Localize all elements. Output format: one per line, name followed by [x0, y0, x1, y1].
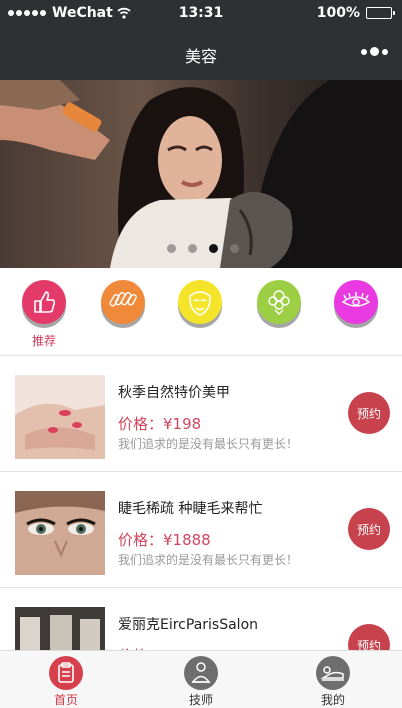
category-hair[interactable]	[256, 280, 302, 324]
more-dots-icon[interactable]	[361, 47, 388, 56]
service-desc: 我们追求的是没有最长只有更长！	[118, 437, 299, 451]
category-bar: 推荐	[0, 268, 402, 356]
thumbs-up-icon	[22, 280, 66, 324]
carousel-dot[interactable]	[230, 244, 239, 253]
carousel-indicator[interactable]	[167, 244, 251, 253]
battery-icon	[366, 7, 395, 19]
category-face[interactable]	[177, 280, 223, 324]
clipboard-icon	[49, 656, 83, 690]
tab-label: 技师	[188, 693, 213, 707]
more-dot	[370, 47, 379, 56]
service-price: 价格：¥198	[118, 415, 202, 433]
tab-label: 我的	[320, 693, 345, 707]
nails-icon	[101, 280, 145, 324]
more-dot	[361, 48, 367, 55]
service-thumbnail	[15, 491, 105, 575]
more-dot	[382, 48, 388, 55]
profile-icon	[316, 656, 350, 690]
battery-status: 100%	[316, 5, 395, 21]
list-item[interactable]: 睫毛稀疏 种睫毛来帮忙 价格：¥1888 我们追求的是没有最长只有更长！ 预约	[0, 473, 402, 588]
list-item[interactable]: 秋季自然特价美甲 价格：¥198 我们追求的是没有最长只有更长！ 预约	[0, 357, 402, 472]
hair-icon	[257, 280, 301, 324]
service-desc: 我们追求的是没有最长只有更长！	[118, 553, 299, 567]
status-bar: WeChat 13:31 100%	[0, 0, 402, 27]
carousel-dot[interactable]	[188, 244, 197, 253]
tab-profile[interactable]: 我的	[303, 656, 363, 708]
service-price: 价格：¥1888	[118, 531, 211, 549]
service-title: 睫毛稀疏 种睫毛来帮忙	[118, 501, 263, 517]
carousel-dot-active[interactable]	[209, 244, 218, 253]
service-thumbnail	[15, 375, 105, 459]
eyelash-icon	[334, 280, 378, 324]
face-icon	[178, 280, 222, 324]
service-title: 爱丽克EircParisSalon	[118, 617, 259, 633]
book-button[interactable]: 预约	[348, 508, 390, 550]
banner-carousel[interactable]	[0, 80, 402, 268]
service-title: 秋季自然特价美甲	[118, 385, 230, 401]
category-eyelash[interactable]	[333, 280, 379, 324]
tab-technician[interactable]: 技师	[171, 656, 231, 708]
technician-icon	[184, 656, 218, 690]
tab-label: 首页	[53, 693, 78, 707]
category-label: 推荐	[31, 334, 56, 348]
category-recommend[interactable]: 推荐	[21, 280, 67, 349]
page-title: 美容	[184, 47, 217, 66]
tab-bar: 首页 技师 我的	[0, 650, 402, 708]
category-nails[interactable]	[100, 280, 146, 324]
battery-percent: 100%	[316, 5, 360, 21]
carousel-dot[interactable]	[167, 244, 176, 253]
banner-image	[0, 80, 402, 268]
nav-bar: 美容	[0, 27, 402, 80]
tab-home[interactable]: 首页	[36, 656, 96, 708]
book-button[interactable]: 预约	[348, 392, 390, 434]
